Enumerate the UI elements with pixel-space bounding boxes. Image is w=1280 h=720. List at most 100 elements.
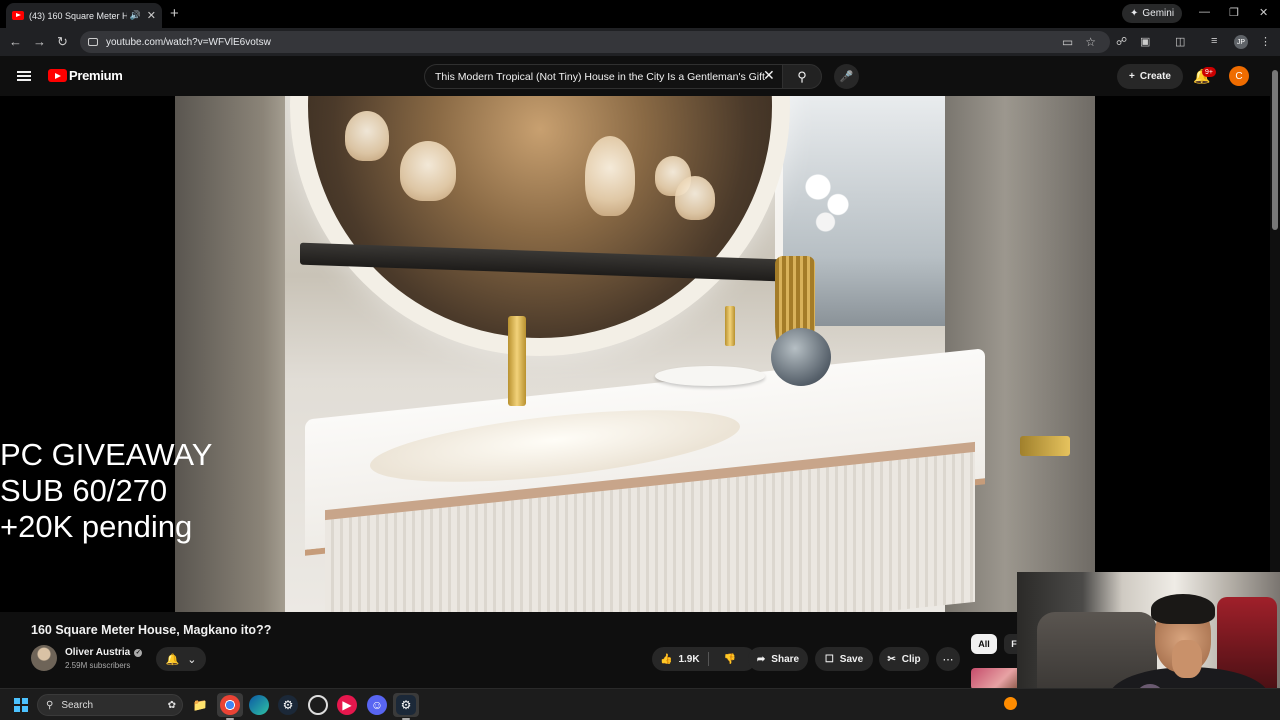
chrome-icon[interactable] — [220, 695, 240, 715]
subscription-notifications-button[interactable]: 🔔 ⌄ — [156, 647, 206, 671]
browser-profile-avatar[interactable]: JP — [1234, 35, 1248, 49]
search-button[interactable]: ⚲ — [782, 64, 822, 89]
voice-search-button[interactable]: 🎤 — [834, 64, 859, 89]
verified-check-icon: ✓ — [134, 648, 143, 657]
create-button[interactable]: + Create — [1117, 64, 1183, 89]
video-title: 160 Square Meter House, Magkano ito?? — [31, 623, 272, 637]
share-button[interactable]: ➦ Share — [748, 647, 808, 671]
like-divider — [708, 652, 709, 666]
forward-icon[interactable]: → — [33, 34, 46, 49]
steam-icon[interactable]: ⚙ — [278, 695, 298, 715]
video-scene-vase-ball — [771, 328, 831, 386]
channel-name[interactable]: Oliver Austria — [65, 647, 130, 658]
search-highlight-icon: ✿ — [167, 699, 176, 711]
video-scene-pendant-lamp — [675, 176, 715, 220]
channel-name-row[interactable]: Oliver Austria ✓ — [65, 647, 143, 658]
browser-tab[interactable]: (43) 160 Square Meter Hou 🔊 ✕ — [6, 3, 162, 28]
chip-all[interactable]: All — [971, 634, 997, 654]
gemini-label: Gemini — [1142, 8, 1175, 19]
edge-icon[interactable] — [249, 695, 269, 715]
recommended-video-thumbnail[interactable] — [971, 668, 1021, 690]
video-player[interactable]: PC GIVEAWAY SUB 60/270 +20K pending — [0, 96, 1270, 612]
clip-label: Clip — [901, 653, 921, 665]
taskbar-search-label: Search — [61, 699, 94, 711]
window-close-icon[interactable]: ✕ — [1259, 6, 1268, 19]
search-icon: ⚲ — [46, 699, 54, 711]
video-frame[interactable] — [175, 96, 1095, 612]
webcam-person-hand — [1172, 640, 1202, 678]
more-actions-button[interactable]: ⋯ — [936, 647, 960, 671]
bookmark-star-icon[interactable]: ☆ — [1085, 35, 1096, 49]
minimize-icon[interactable]: — — [1199, 6, 1210, 18]
video-scene-tray — [655, 366, 765, 386]
bookmark-icon: ☐ — [824, 653, 834, 665]
video-scene-pendant-lamp — [400, 141, 456, 201]
steam-app-icon[interactable]: ⚙ — [396, 695, 416, 715]
youtube-masthead: Premium This Modern Tropical (Not Tiny) … — [0, 56, 1280, 96]
notification-badge: 9+ — [1202, 67, 1216, 77]
microphone-icon: 🎤 — [839, 71, 854, 83]
video-scene-pendant-lamp — [585, 136, 635, 216]
search-clear-icon[interactable]: ✕ — [763, 67, 775, 84]
new-tab-button[interactable]: + — [170, 5, 179, 22]
channel-avatar[interactable] — [31, 645, 57, 671]
speaker-icon[interactable]: 🔊 — [130, 10, 141, 21]
webcam-person-hair — [1151, 594, 1215, 624]
tab-search-icon[interactable]: ◫ — [1175, 35, 1185, 48]
create-label: Create — [1139, 71, 1171, 82]
clip-button[interactable]: ✂ Clip — [879, 647, 929, 671]
youtube-logo-label[interactable]: Premium — [69, 68, 123, 83]
tab-close-icon[interactable]: ✕ — [147, 9, 156, 22]
video-scene-pendant-lamp — [345, 111, 389, 161]
like-button[interactable]: 👍 1.9K — [660, 654, 700, 665]
guide-menu-icon[interactable] — [17, 71, 31, 81]
chevron-down-icon: ⌄ — [187, 653, 197, 666]
discord-icon[interactable]: ☺ — [367, 695, 387, 715]
cast-icon[interactable]: ▭ — [1062, 35, 1073, 49]
shield-extension-icon[interactable]: ☍ — [1116, 35, 1127, 48]
media-player-icon[interactable]: ▶ — [337, 695, 357, 715]
video-scene-faucet — [508, 316, 526, 406]
browser-toolbar: ← → ↻ youtube.com/watch?v=WFVlE6votsw ▭ … — [0, 28, 1280, 56]
windows-start-icon[interactable] — [14, 698, 28, 712]
share-arrow-icon: ➦ — [756, 653, 766, 665]
address-bar[interactable]: youtube.com/watch?v=WFVlE6votsw ▭ ☆ — [80, 31, 1110, 53]
taskbar-search-box[interactable]: ⚲ Search ✿ — [37, 694, 183, 716]
file-explorer-icon[interactable]: 📁 — [190, 695, 210, 715]
youtube-logo-icon[interactable] — [48, 69, 67, 82]
thumbs-up-icon: 👍 — [660, 653, 673, 665]
restore-icon[interactable]: ❐ — [1229, 6, 1239, 19]
dislike-button[interactable]: 👎 — [724, 654, 736, 665]
tab-title: (43) 160 Square Meter Hou — [29, 10, 127, 21]
scissors-icon: ✂ — [887, 653, 896, 665]
scrollbar-thumb[interactable] — [1272, 70, 1278, 230]
reload-icon[interactable]: ↻ — [57, 34, 68, 50]
extensions-puzzle-icon[interactable]: ▣ — [1140, 35, 1150, 48]
video-scene-dispenser — [725, 306, 735, 346]
stream-overlay-line3: +20K pending — [0, 509, 193, 544]
save-label: Save — [839, 653, 864, 665]
gemini-sparkle-icon: ✦ — [1130, 8, 1139, 19]
share-label: Share — [771, 653, 800, 665]
save-button[interactable]: ☐ Save — [815, 647, 873, 671]
obs-icon[interactable] — [308, 695, 328, 715]
like-count: 1.9K — [678, 653, 700, 665]
url-text: youtube.com/watch?v=WFVlE6votsw — [106, 36, 271, 48]
thumbs-down-icon: 👎 — [723, 653, 737, 665]
bell-icon: 🔔 — [165, 653, 180, 666]
tray-notification-icon[interactable] — [1004, 697, 1017, 710]
browser-tab-strip: (43) 160 Square Meter Hou 🔊 ✕ + ✦ Gemini… — [0, 0, 1280, 28]
site-info-icon[interactable] — [88, 38, 98, 46]
media-control-icon[interactable]: ≡ — [1211, 35, 1217, 47]
stream-overlay-line1: PC GIVEAWAY — [0, 437, 213, 472]
account-avatar[interactable]: C — [1229, 66, 1249, 86]
video-scene-towel-hook — [1020, 436, 1070, 456]
like-dislike-group: 👍 1.9K 👎 — [652, 647, 756, 671]
gemini-button[interactable]: ✦ Gemini — [1122, 4, 1183, 23]
back-icon[interactable]: ← — [9, 34, 22, 49]
youtube-favicon-icon — [12, 11, 24, 20]
search-input[interactable]: This Modern Tropical (Not Tiny) House in… — [424, 64, 782, 89]
browser-menu-icon[interactable]: ⋮ — [1260, 35, 1271, 48]
windows-taskbar: ⚲ Search ✿ 📁 ⚙ ▶ ☺ ⚙ — [0, 688, 1280, 720]
subscriber-count: 2.59M subscribers — [65, 661, 131, 670]
